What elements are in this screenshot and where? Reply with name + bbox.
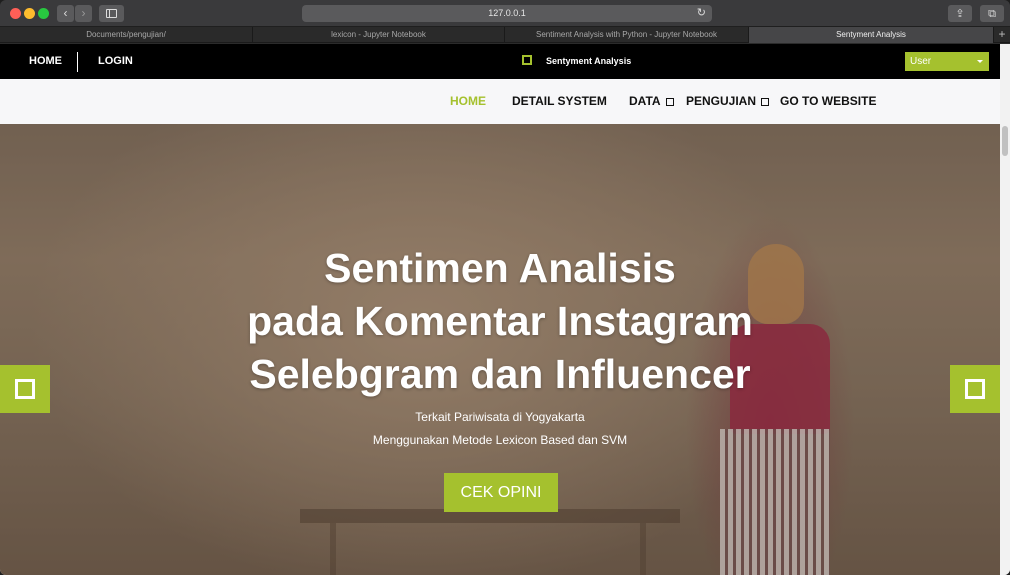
carousel-next-button[interactable] bbox=[950, 365, 1000, 413]
main-navbar: HOME DETAIL SYSTEM DATA PENGUJIAN GO TO … bbox=[0, 79, 1000, 124]
hero-title-line1: Sentimen Analisis bbox=[324, 245, 676, 291]
tab-documents[interactable]: Documents/pengujian/ bbox=[0, 27, 253, 43]
square-icon bbox=[15, 379, 35, 399]
brand-square-icon bbox=[522, 55, 532, 65]
nav-pengujian-label: PENGUJIAN bbox=[686, 94, 757, 108]
user-dropdown-value: User bbox=[910, 56, 932, 67]
back-button[interactable]: ‹ bbox=[57, 5, 74, 22]
close-window-button[interactable] bbox=[10, 8, 21, 19]
dropdown-square-icon bbox=[665, 97, 674, 106]
nav-data-label: DATA bbox=[629, 94, 661, 108]
tab-sentiment-python[interactable]: Sentiment Analysis with Python - Jupyter… bbox=[505, 27, 749, 43]
sidebar-toggle-button[interactable] bbox=[99, 5, 124, 22]
topnav-login-link[interactable]: LOGIN bbox=[98, 44, 133, 79]
hero-subtitle-1: Terkait Pariwisata di Yogyakarta bbox=[415, 410, 585, 424]
forward-button[interactable]: › bbox=[75, 5, 92, 22]
page-scrollbar[interactable] bbox=[1000, 124, 1010, 575]
browser-toolbar: ‹ › 127.0.0.1 ↻ ⇪ ⧉ bbox=[0, 0, 1010, 27]
nav-home-link[interactable]: HOME bbox=[450, 79, 486, 124]
url-text: 127.0.0.1 bbox=[488, 8, 526, 18]
tab-lexicon[interactable]: lexicon - Jupyter Notebook bbox=[253, 27, 505, 43]
share-icon: ⇪ bbox=[955, 8, 965, 20]
scrollbar-thumb[interactable] bbox=[1002, 126, 1008, 156]
square-icon bbox=[965, 379, 985, 399]
nav-data-dropdown[interactable]: DATA bbox=[629, 79, 674, 124]
new-tab-button[interactable]: + bbox=[994, 27, 1010, 43]
tabs-overview-button[interactable]: ⧉ bbox=[980, 5, 1004, 22]
sidebar-icon bbox=[106, 9, 117, 18]
plus-icon: + bbox=[998, 27, 1006, 41]
address-bar[interactable]: 127.0.0.1 ↻ bbox=[302, 5, 712, 22]
tab-label: lexicon - Jupyter Notebook bbox=[331, 30, 426, 39]
carousel-prev-button[interactable] bbox=[0, 365, 50, 413]
reload-icon[interactable]: ↻ bbox=[697, 5, 706, 22]
cek-opini-button[interactable]: CEK OPINI bbox=[444, 473, 558, 512]
zoom-window-button[interactable] bbox=[38, 8, 49, 19]
tabs-overview-icon: ⧉ bbox=[988, 8, 996, 20]
hero-title: Sentimen Analisis pada Komentar Instagra… bbox=[0, 242, 1000, 401]
user-dropdown[interactable]: User bbox=[905, 52, 989, 71]
dropdown-square-icon bbox=[761, 97, 770, 106]
web-page: HOME LOGIN Sentyment Analysis User HOME … bbox=[0, 44, 1010, 575]
topnav-home-link[interactable]: HOME bbox=[29, 44, 62, 79]
hero-carousel: Sentimen Analisis pada Komentar Instagra… bbox=[0, 124, 1000, 575]
tab-label: Sentyment Analysis bbox=[836, 30, 906, 39]
tab-label: Sentiment Analysis with Python - Jupyter… bbox=[536, 30, 717, 39]
tab-bar: Documents/pengujian/ lexicon - Jupyter N… bbox=[0, 27, 1010, 43]
nav-detail-system-link[interactable]: DETAIL SYSTEM bbox=[512, 79, 607, 124]
tab-sentyment-analysis[interactable]: Sentyment Analysis bbox=[749, 27, 994, 43]
topnav-divider bbox=[77, 52, 78, 72]
caret-down-icon bbox=[977, 60, 983, 63]
chevron-left-icon: ‹ bbox=[63, 6, 68, 20]
hero-subtitle-2: Menggunakan Metode Lexicon Based dan SVM bbox=[372, 433, 628, 447]
hero-title-line3: Selebgram dan Influencer bbox=[249, 351, 751, 397]
scrollbar-track-top bbox=[1000, 44, 1010, 124]
browser-window: ‹ › 127.0.0.1 ↻ ⇪ ⧉ Documents/pengujian/… bbox=[0, 0, 1010, 575]
chevron-right-icon: › bbox=[81, 6, 86, 20]
hero-title-line2: pada Komentar Instagram bbox=[247, 298, 753, 344]
minimize-window-button[interactable] bbox=[24, 8, 35, 19]
nav-go-to-website-link[interactable]: GO TO WEBSITE bbox=[780, 79, 876, 124]
nav-pengujian-dropdown[interactable]: PENGUJIAN bbox=[686, 79, 770, 124]
share-button[interactable]: ⇪ bbox=[948, 5, 972, 22]
brand-title: Sentyment Analysis bbox=[546, 56, 632, 66]
top-navbar: HOME LOGIN Sentyment Analysis User bbox=[0, 44, 1000, 79]
tab-label: Documents/pengujian/ bbox=[86, 30, 166, 39]
